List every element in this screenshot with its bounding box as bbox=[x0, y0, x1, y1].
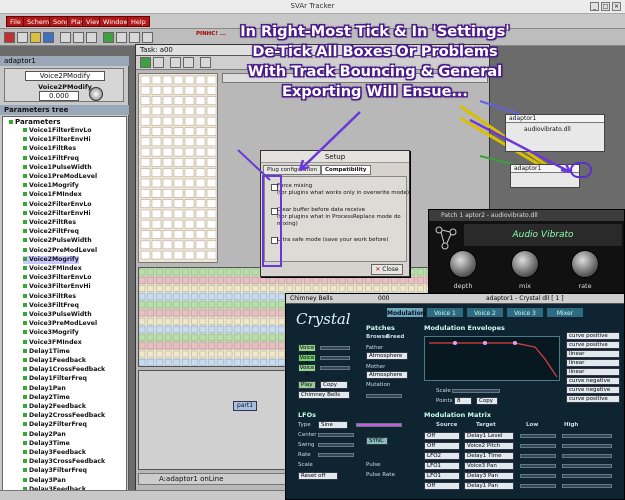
annotation-arrows bbox=[237, 111, 572, 181]
status-bar bbox=[0, 490, 285, 500]
